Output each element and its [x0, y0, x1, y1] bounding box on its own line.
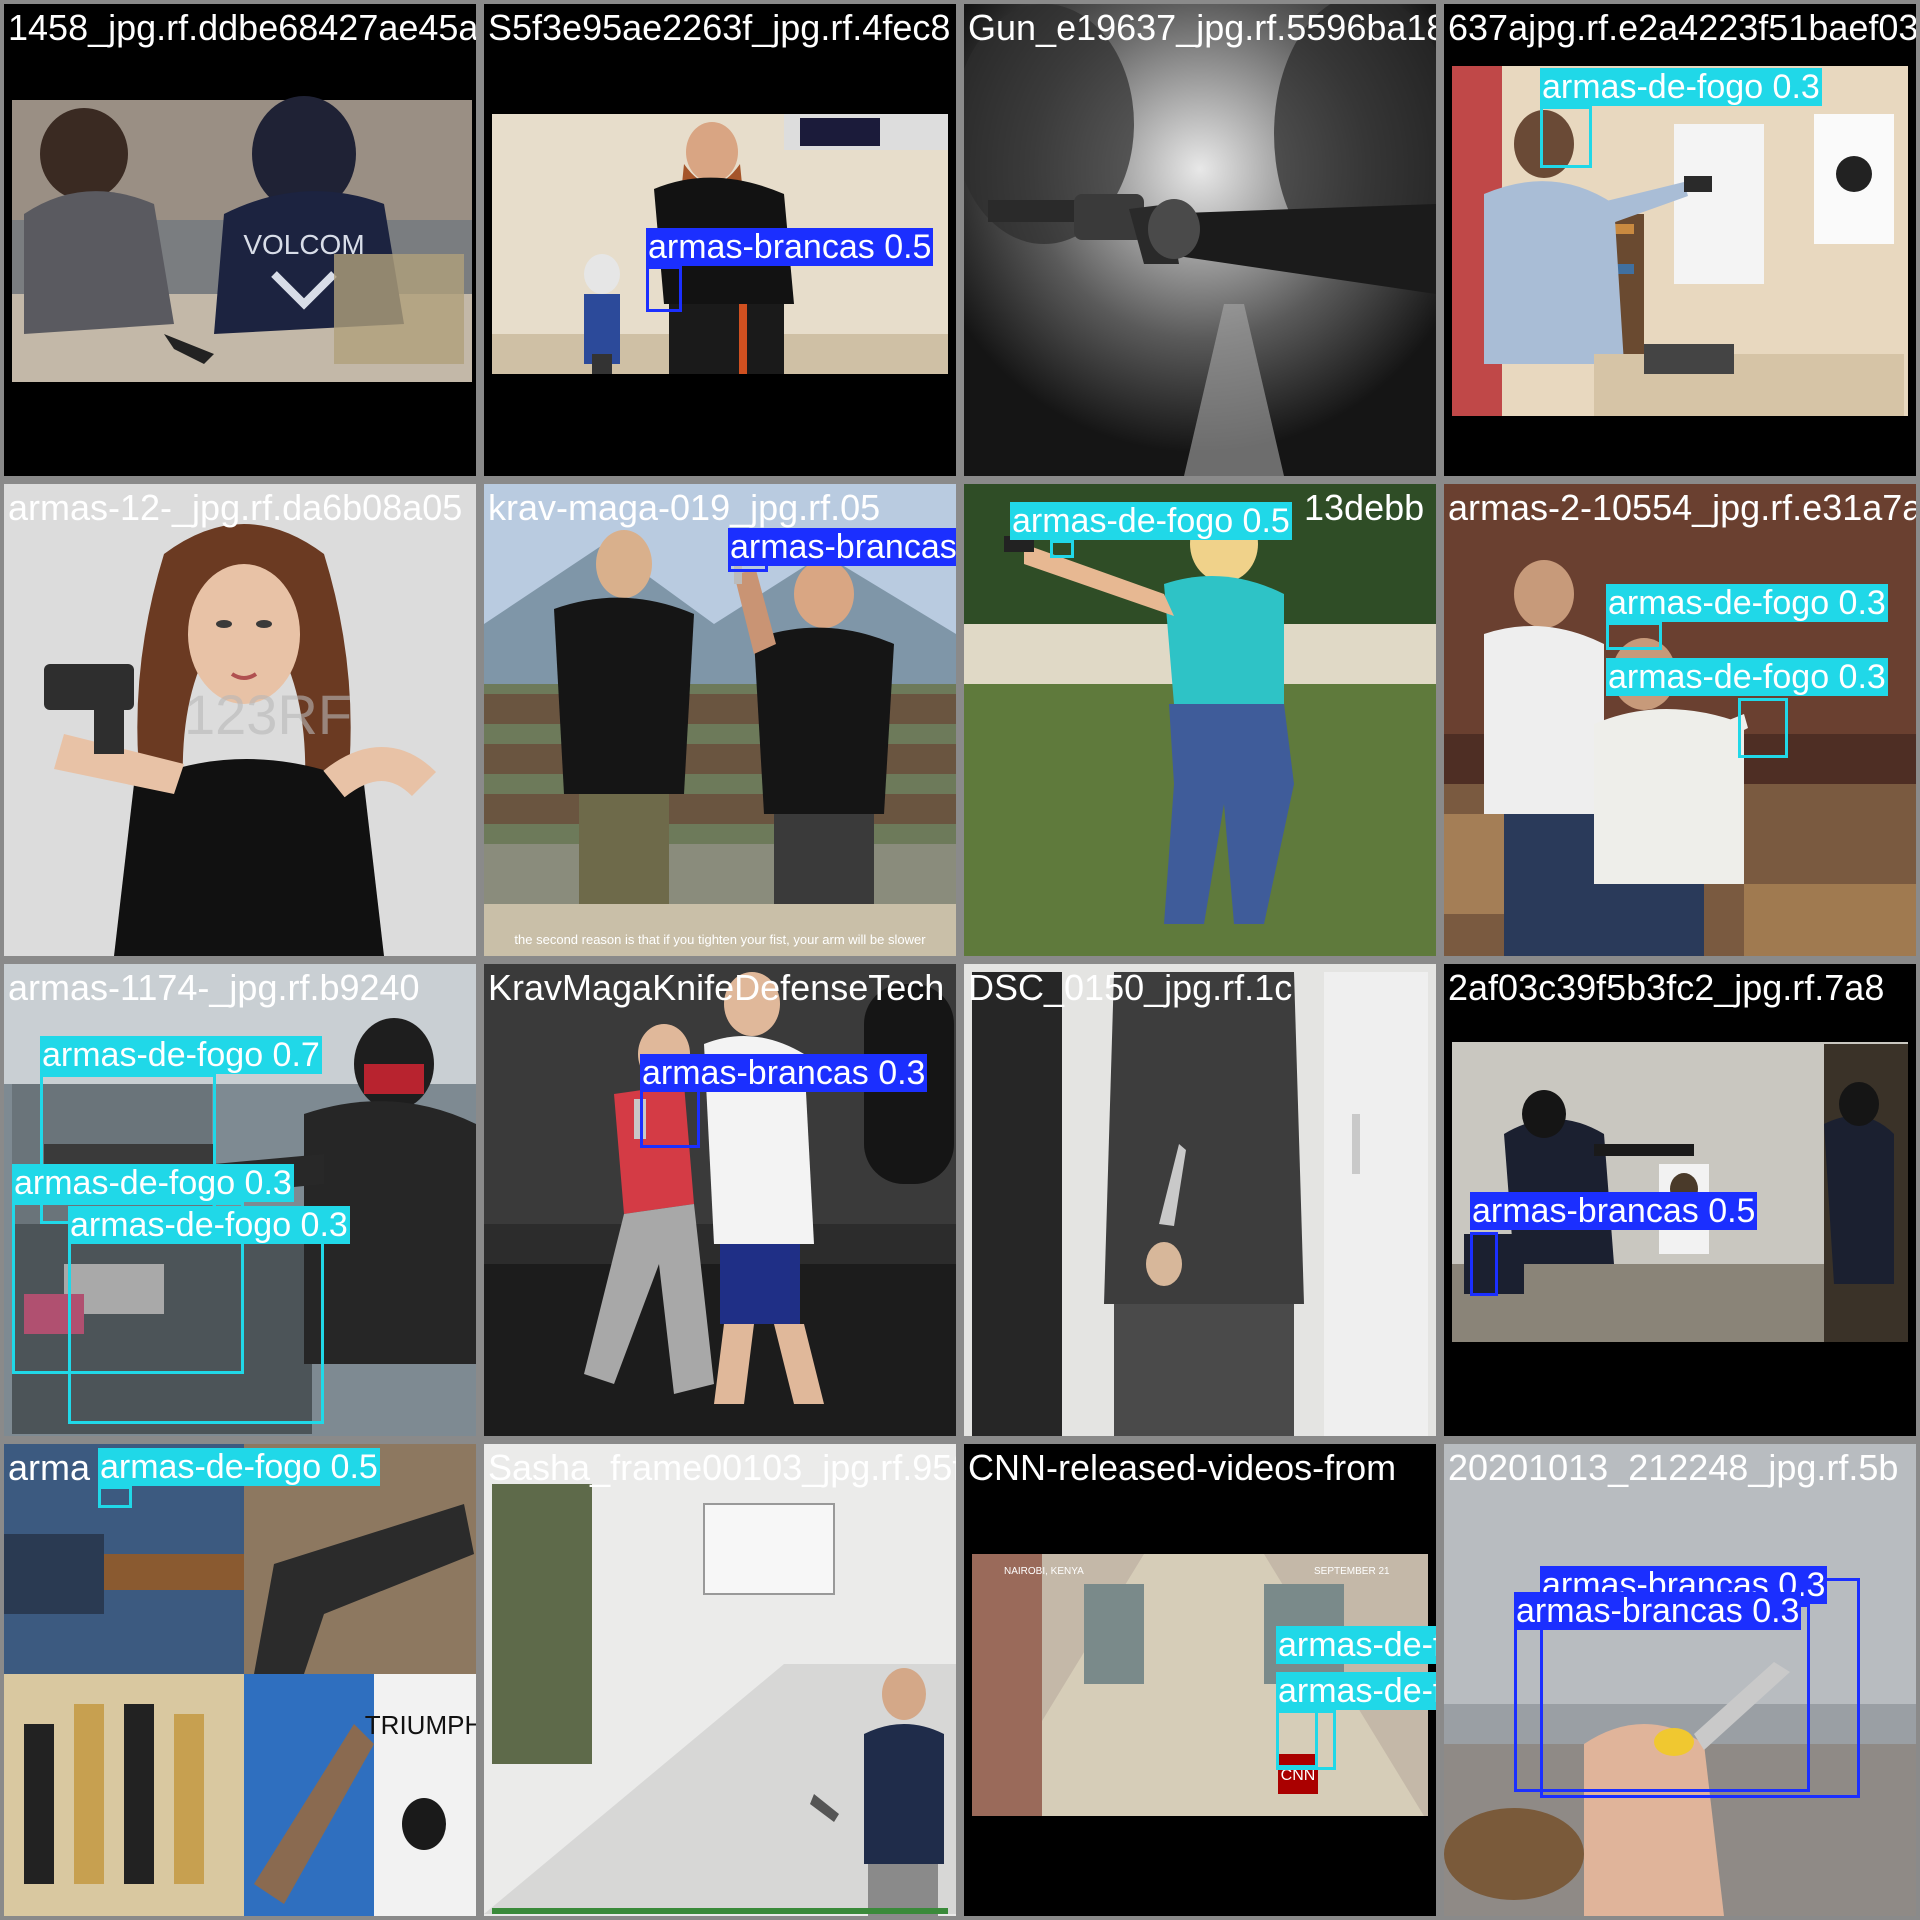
detection-box-armas-de-fogo — [1050, 540, 1074, 558]
photo-gun-collage: TRIUMPH — [4, 1444, 476, 1916]
detection-grid: VOLCOM 1458_jpg.rf.ddbe68427ae45a armas-… — [0, 0, 1920, 1920]
tile-1: VOLCOM 1458_jpg.rf.ddbe68427ae45a — [0, 0, 480, 480]
photo-revolver-bw — [964, 4, 1436, 476]
detection-box-armas-de-fogo — [1540, 106, 1592, 168]
tile-16: armas-brancas 0.3 armas-brancas 0.3 2020… — [1440, 1440, 1920, 1920]
tile-11: DSC_0150_jpg.rf.1c — [960, 960, 1440, 1440]
detection-label: armas-de-fogo 0.6 — [1276, 1626, 1436, 1664]
photo-knife-defense-mats — [484, 964, 956, 1436]
detection-box-armas-de-fogo — [98, 1486, 132, 1508]
detection-box-armas-de-fogo — [1738, 698, 1788, 758]
svg-text:the second reason is that if y: the second reason is that if you tighten… — [514, 932, 926, 947]
tile-15: NAIROBI, KENYA SEPTEMBER 21 CNN armas-de… — [960, 1440, 1440, 1920]
detection-label: armas-de-fogo 0.5 — [98, 1448, 380, 1486]
tile-9: armas-de-fogo 0.7 armas-de-fogo 0.3 arma… — [0, 960, 480, 1440]
svg-text:123RF: 123RF — [184, 683, 352, 746]
tile-2: armas-brancas 0.5 S5f3e95ae2263f_jpg.rf.… — [480, 0, 960, 480]
detection-label: armas-de-fogo 0.7 — [40, 1036, 322, 1074]
photo-man-knife-hallway — [484, 1444, 956, 1916]
photo-knife-hallway — [964, 964, 1436, 1436]
detection-box-armas-brancas — [1514, 1604, 1810, 1792]
detection-box-armas-de-fogo — [68, 1240, 324, 1424]
photo-masked-robbers: VOLCOM — [4, 4, 476, 476]
tile-5: 123RF armas-12-_jpg.rf.da6b08a05 — [0, 480, 480, 960]
detection-label: armas-de-fogo 0.3 — [68, 1206, 350, 1244]
detection-label: armas-brancas 0.5 — [646, 228, 934, 266]
tile-4: armas-de-fogo 0.3 637ajpg.rf.e2a4223f51b… — [1440, 0, 1920, 480]
photo-outdoor-range — [1444, 484, 1916, 956]
svg-text:NAIROBI, KENYA: NAIROBI, KENYA — [1004, 1566, 1084, 1577]
detection-label: armas-brancas 0.7 — [728, 528, 956, 566]
detection-label: armas-de-fogo 0.4 — [1276, 1672, 1436, 1710]
tile-7: armas-de-fogo 0.5 13debb — [960, 480, 1440, 960]
detection-label: armas-brancas 0.5 — [1470, 1192, 1758, 1230]
detection-label: armas-de-fogo 0.3 — [12, 1164, 294, 1202]
svg-text:TRIUMPH: TRIUMPH — [365, 1710, 476, 1740]
detection-label: armas-de-fogo 0.5 — [1010, 502, 1292, 540]
tile-14: Sasha_frame00103_jpg.rf.95f4 — [480, 1440, 960, 1920]
detection-label: armas-brancas 0.3 — [1514, 1592, 1802, 1630]
photo-woman-range — [964, 484, 1436, 956]
tile-10: armas-brancas 0.3 KravMagaKnifeDefenseTe… — [480, 960, 960, 1440]
tile-6: the second reason is that if you tighten… — [480, 480, 960, 960]
photo-woman-pistol: 123RF — [4, 484, 476, 956]
tile-3: Gun_e19637_jpg.rf.5596ba184 — [960, 0, 1440, 480]
detection-label: armas-brancas 0.3 — [640, 1054, 928, 1092]
detection-label: armas-de-fogo 0.3 — [1540, 68, 1822, 106]
detection-box-armas-brancas — [646, 266, 682, 312]
tile-12: armas-brancas 0.5 2af03c39f5b3fc2_jpg.rf… — [1440, 960, 1920, 1440]
detection-box-armas-de-fogo — [1276, 1710, 1336, 1770]
tile-8: armas-de-fogo 0.3 armas-de-fogo 0.3 arma… — [1440, 480, 1920, 960]
detection-box-armas-brancas — [1470, 1232, 1498, 1296]
detection-label: armas-de-fogo 0.3 — [1606, 584, 1888, 622]
detection-box-armas-de-fogo — [1606, 622, 1662, 650]
tile-13: TRIUMPH armas-de-fogo 0.5 arma — [0, 1440, 480, 1920]
detection-label: armas-de-fogo 0.3 — [1606, 658, 1888, 696]
svg-text:SEPTEMBER 21: SEPTEMBER 21 — [1314, 1566, 1390, 1577]
